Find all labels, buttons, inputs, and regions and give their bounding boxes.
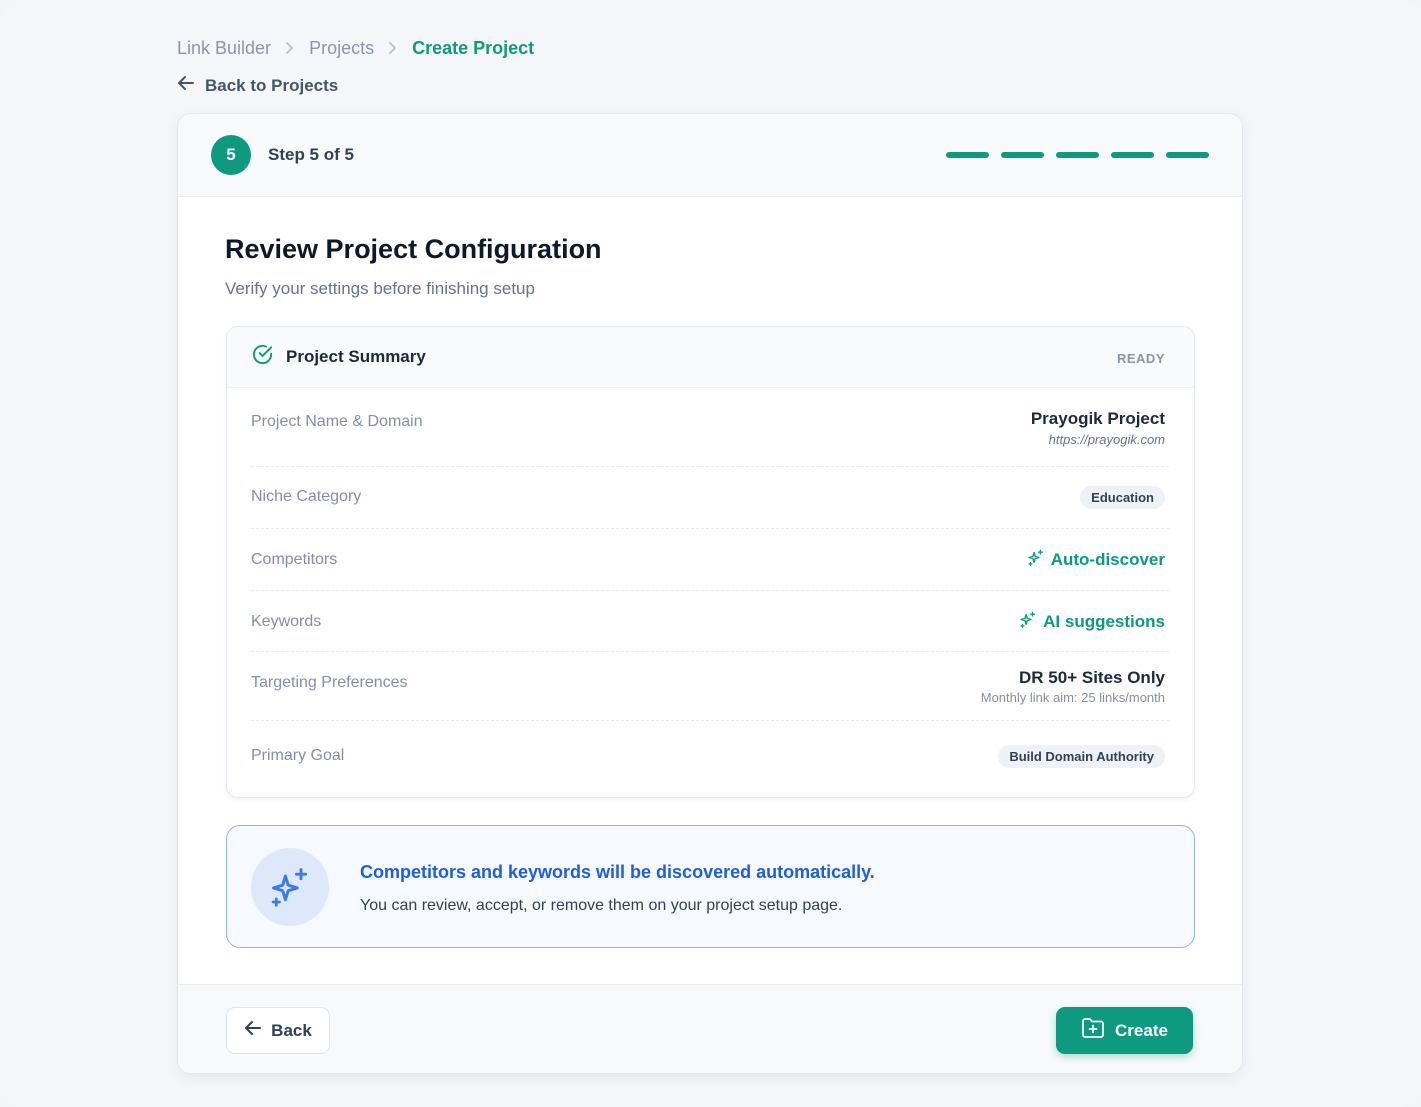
stepper-header: 5 Step 5 of 5 xyxy=(178,114,1242,197)
summary-title: Project Summary xyxy=(286,347,426,366)
back-button[interactable]: Back xyxy=(226,1007,330,1054)
project-summary-panel: Project Summary READY Project Name & Dom… xyxy=(226,326,1195,798)
breadcrumb-create-project: Create Project xyxy=(412,37,535,58)
row-value: Prayogik Project https://prayogik.com xyxy=(1031,409,1165,447)
progress-segment xyxy=(1166,152,1209,158)
breadcrumb-projects[interactable]: Projects xyxy=(309,38,374,59)
targeting-detail: Monthly link aim: 25 links/month xyxy=(980,690,1165,705)
sparkles-icon xyxy=(1019,611,1036,633)
sparkles-icon xyxy=(1027,549,1044,571)
competitors-value: Auto-discover xyxy=(1050,550,1165,569)
row-value: AI suggestions xyxy=(1019,611,1165,633)
wizard-footer: Back Create xyxy=(178,984,1242,1073)
progress-segment xyxy=(1001,152,1044,158)
create-button-label: Create xyxy=(1115,1020,1168,1040)
back-to-projects-label: Back to Projects xyxy=(205,75,339,95)
auto-discovery-notice: Competitors and keywords will be discove… xyxy=(226,825,1195,948)
keywords-value: AI suggestions xyxy=(1043,612,1165,631)
check-circle-icon xyxy=(251,343,274,371)
notice-text: You can review, accept, or remove them o… xyxy=(360,897,843,914)
row-label: Competitors xyxy=(251,551,338,568)
row-value: Build Domain Authority xyxy=(998,745,1165,768)
row-label: Keywords xyxy=(251,613,322,630)
summary-row-niche: Niche Category Education xyxy=(251,467,1169,529)
summary-header: Project Summary READY xyxy=(227,327,1194,388)
breadcrumb-link-builder[interactable]: Link Builder xyxy=(177,38,271,59)
step-number-badge: 5 xyxy=(211,135,251,175)
breadcrumb: Link Builder Projects Create Project xyxy=(177,36,534,60)
page-title: Review Project Configuration xyxy=(225,234,602,264)
progress-segment xyxy=(1056,152,1099,158)
app-frame: Link Builder Projects Create Project Bac… xyxy=(0,0,1421,1107)
wizard-card: 5 Step 5 of 5 Review Project Configurati… xyxy=(177,113,1243,1074)
arrow-left-icon xyxy=(177,75,195,96)
project-url: https://prayogik.com xyxy=(1048,432,1165,447)
summary-row-goal: Primary Goal Build Domain Authority xyxy=(251,721,1169,797)
row-label: Project Name & Domain xyxy=(251,413,423,430)
back-button-label: Back xyxy=(271,1020,312,1040)
step-label: Step 5 of 5 xyxy=(268,145,354,164)
progress-segment xyxy=(1111,152,1154,158)
status-badge: READY xyxy=(1116,351,1165,366)
page-subtitle: Verify your settings before finishing se… xyxy=(225,279,535,298)
summary-row-keywords: Keywords AI suggestions xyxy=(251,591,1169,652)
row-label: Targeting Preferences xyxy=(251,674,408,691)
project-name: Prayogik Project xyxy=(1030,409,1165,428)
chevron-right-icon xyxy=(388,41,398,55)
sparkles-icon xyxy=(251,848,329,926)
goal-badge: Build Domain Authority xyxy=(998,745,1165,768)
notice-title: Competitors and keywords will be discove… xyxy=(360,862,875,882)
chevron-right-icon xyxy=(285,41,295,55)
row-label: Primary Goal xyxy=(251,747,345,764)
row-label: Niche Category xyxy=(251,488,362,505)
arrow-left-icon xyxy=(244,1020,262,1041)
create-button[interactable]: Create xyxy=(1056,1007,1193,1054)
summary-row-targeting: Targeting Preferences DR 50+ Sites Only … xyxy=(251,652,1169,721)
niche-badge: Education xyxy=(1080,486,1165,509)
summary-row-project: Project Name & Domain Prayogik Project h… xyxy=(251,388,1169,467)
back-to-projects-link[interactable]: Back to Projects xyxy=(177,75,338,96)
progress-segment xyxy=(946,152,989,158)
folder-plus-icon xyxy=(1081,1017,1105,1044)
row-value: Auto-discover xyxy=(1027,549,1165,571)
summary-row-competitors: Competitors Auto-discover xyxy=(251,529,1169,591)
row-value: Education xyxy=(1080,486,1165,509)
targeting-value: DR 50+ Sites Only xyxy=(1019,668,1165,687)
step-progress xyxy=(946,152,1209,158)
row-value: DR 50+ Sites Only Monthly link aim: 25 l… xyxy=(981,668,1165,705)
